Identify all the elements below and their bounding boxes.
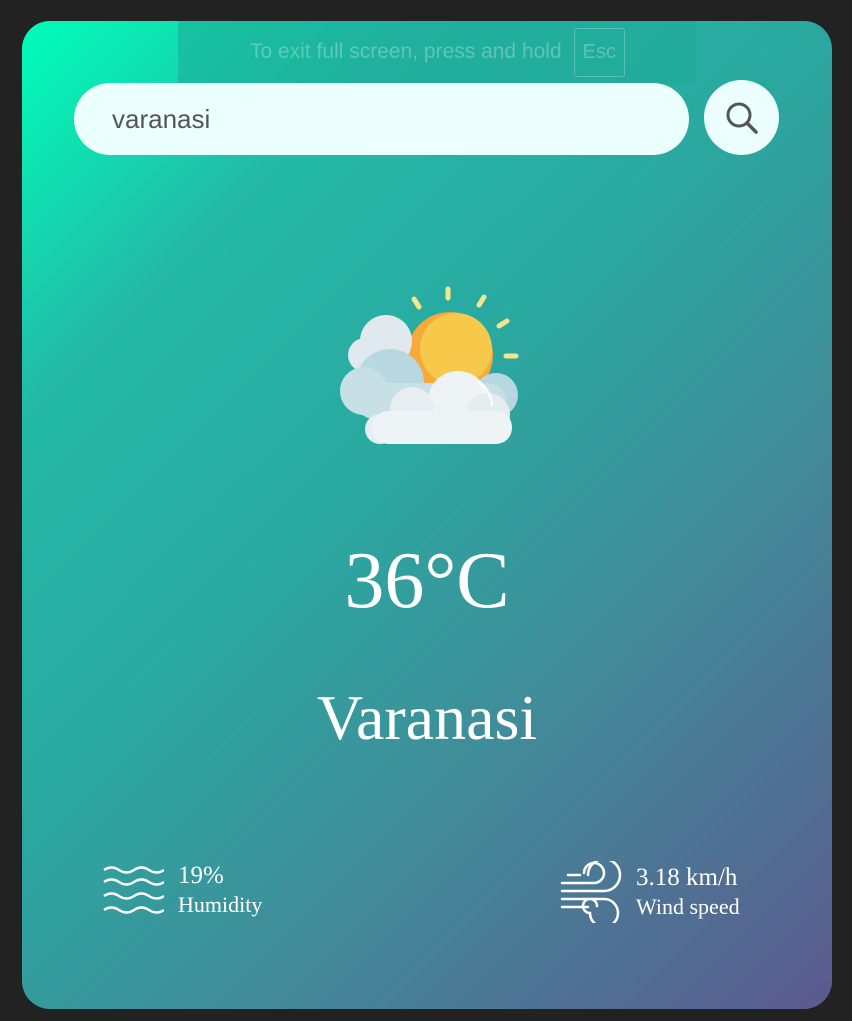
humidity-value: 19%	[178, 862, 224, 889]
wind-label: Wind speed	[636, 894, 740, 919]
humidity-label: Humidity	[178, 892, 263, 917]
wind-icon	[560, 861, 622, 923]
wind-text: 3.18 km/h Wind speed	[636, 863, 740, 921]
humidity-text: 19% Humidity	[178, 861, 262, 919]
search-input[interactable]	[74, 83, 689, 155]
fullscreen-notice-key: Esc	[573, 27, 625, 77]
humidity-waves-icon	[103, 866, 164, 914]
weather-card: To exit full screen, press and hold Esc	[22, 21, 832, 1009]
partly-cloudy-sun-icon	[340, 286, 519, 444]
search-icon	[726, 102, 758, 134]
search-button[interactable]	[704, 80, 779, 155]
humidity-detail: 19% Humidity	[102, 861, 262, 919]
fullscreen-notice: To exit full screen, press and hold Esc	[178, 21, 697, 83]
wind-detail: 3.18 km/h Wind speed	[560, 861, 740, 923]
temperature: 36°C	[344, 537, 510, 625]
fullscreen-notice-text: To exit full screen, press and hold	[249, 40, 562, 63]
wind-value: 3.18 km/h	[636, 864, 738, 891]
city-name: Varanasi	[316, 682, 538, 753]
